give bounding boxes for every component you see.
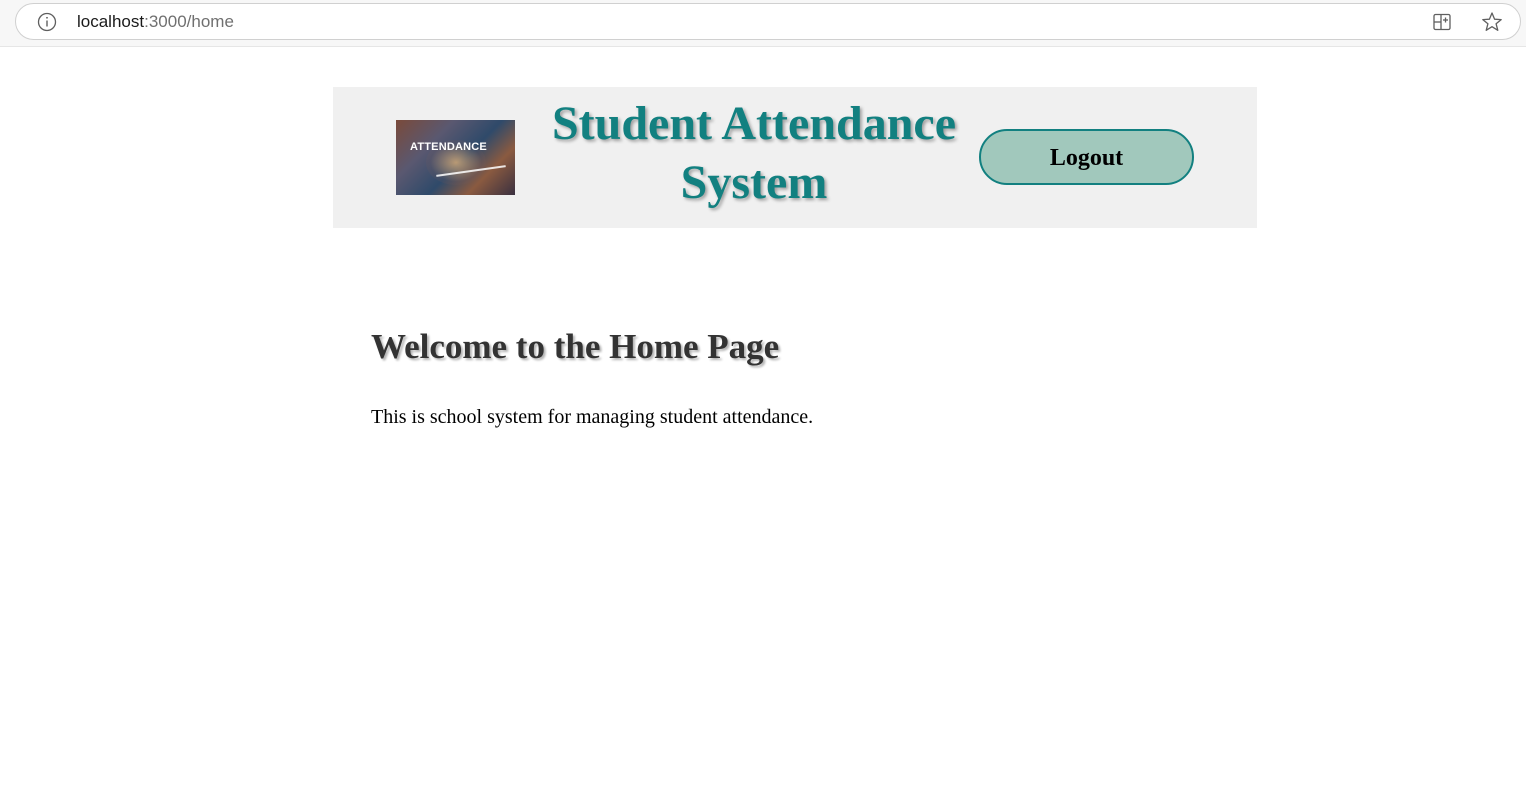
browser-toolbar: localhost:3000/home (0, 0, 1526, 47)
site-header: ATTENDANCE Student Attendance System Log… (333, 87, 1257, 228)
url-host: localhost (77, 12, 145, 31)
page-heading: Welcome to the Home Page (371, 327, 780, 366)
url-path: :3000/home (144, 12, 234, 31)
logo-text: ATTENDANCE (410, 141, 487, 153)
info-icon[interactable] (37, 12, 57, 32)
address-bar[interactable]: localhost:3000/home (15, 3, 1521, 40)
url-text[interactable]: localhost:3000/home (77, 4, 234, 39)
split-screen-icon[interactable] (1432, 12, 1452, 32)
star-icon[interactable] (1481, 11, 1503, 33)
attendance-logo: ATTENDANCE (396, 120, 515, 195)
logout-button[interactable]: Logout (979, 129, 1194, 185)
page-description: This is school system for managing stude… (371, 406, 814, 428)
site-title: Student Attendance System (551, 97, 957, 209)
